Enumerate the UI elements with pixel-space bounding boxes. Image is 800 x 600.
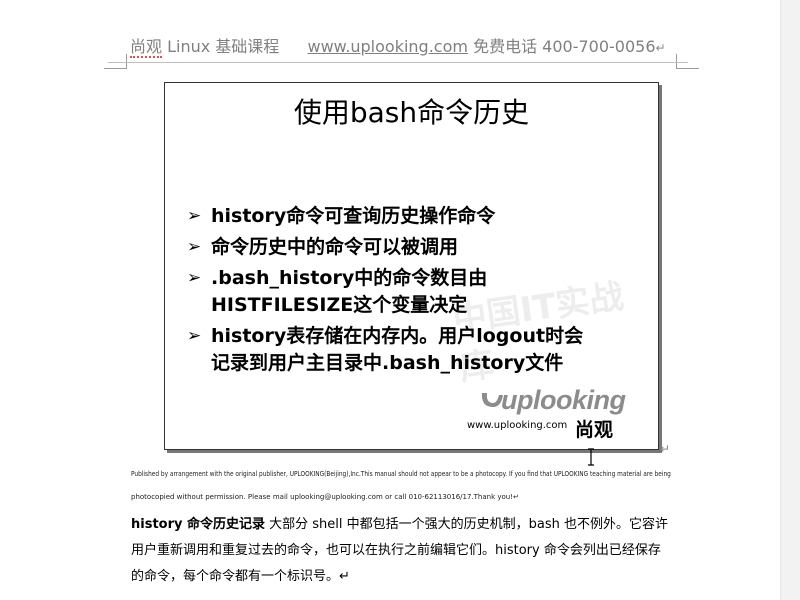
bullet-text: .bash_history中的命令数目由 xyxy=(211,267,488,289)
header-course: Linux 基础课程 xyxy=(167,37,280,56)
paragraph-mark-icon: ↵ xyxy=(655,41,666,55)
body-text-span: 大部分 shell 中都包括一个强大的历史机制，bash 也不例外。它容许 xyxy=(265,517,669,532)
copyright-notice-line-1: Published by arrangement with the origin… xyxy=(131,470,671,478)
body-paragraph: history 命令历史记录 大部分 shell 中都包括一个强大的历史机制，b… xyxy=(131,512,671,590)
document-page: 尚观 Linux 基础课程 www.uplooking.com 免费电话 400… xyxy=(0,0,800,600)
slide-bullet: ➢ .bash_history中的命令数目由 HISTFILESIZE这个变量决… xyxy=(187,265,647,319)
bullet-text: history命令可查询历史操作命令 xyxy=(211,205,496,227)
embedded-slide[interactable]: 使用bash命令历史 中国IT实战库 ➢ history命令可查询历史操作命令 … xyxy=(164,82,659,450)
header-brand: 尚观 xyxy=(130,37,163,58)
slide-bullet-list: ➢ history命令可查询历史操作命令 ➢ 命令历史中的命令可以被调用 ➢ .… xyxy=(187,203,647,381)
body-line: 用户重新调用和重复过去的命令，也可以在执行之前编辑它们。history 命令会列… xyxy=(131,543,661,558)
bullet-text: 命令历史中的命令可以被调用 xyxy=(211,236,459,258)
logo-cn-name: 尚观 xyxy=(575,419,614,441)
slide-title: 使用bash命令历史 xyxy=(293,96,530,129)
bullet-text-continued: 记录到用户主目录中.bash_history文件 xyxy=(211,352,564,374)
slide-bullet: ➢ history命令可查询历史操作命令 xyxy=(187,203,647,230)
bullet-arrow-icon: ➢ xyxy=(187,206,202,226)
window-edge xyxy=(780,0,800,600)
paragraph-mark-icon: ↵ xyxy=(660,442,671,456)
body-line: 的命令，每个命令都有一个标识号。↵ xyxy=(131,569,350,584)
bullet-arrow-icon: ➢ xyxy=(187,237,202,257)
header-phone: 免费电话 400-700-0056 xyxy=(473,37,656,56)
slide-bullet: ➢ 命令历史中的命令可以被调用 xyxy=(187,234,647,261)
uplooking-logo: uplooking www.uplooking.com 尚观 xyxy=(465,385,645,445)
bullet-text: history表存储在内存内。用户logout时会 xyxy=(211,325,584,347)
logo-wordmark: uplooking xyxy=(501,385,626,415)
header-url-link[interactable]: www.uplooking.com xyxy=(308,37,468,56)
text-cursor-icon xyxy=(588,448,594,466)
bullet-arrow-icon: ➢ xyxy=(187,268,202,288)
body-line: history 命令历史记录 大部分 shell 中都包括一个强大的历史机制，b… xyxy=(131,512,671,538)
logo-url: www.uplooking.com xyxy=(467,420,568,431)
page-header: 尚观 Linux 基础课程 www.uplooking.com 免费电话 400… xyxy=(130,33,666,58)
header-divider xyxy=(108,62,688,63)
body-lead-term: history 命令历史记录 xyxy=(131,517,266,532)
slide-bullet: ➢ history表存储在内存内。用户logout时会 记录到用户主目录中.ba… xyxy=(187,323,647,377)
bullet-text-continued: HISTFILESIZE这个变量决定 xyxy=(211,294,468,316)
bullet-arrow-icon: ➢ xyxy=(187,326,202,346)
copyright-notice-line-2: photocopied without permission. Please m… xyxy=(131,493,519,501)
